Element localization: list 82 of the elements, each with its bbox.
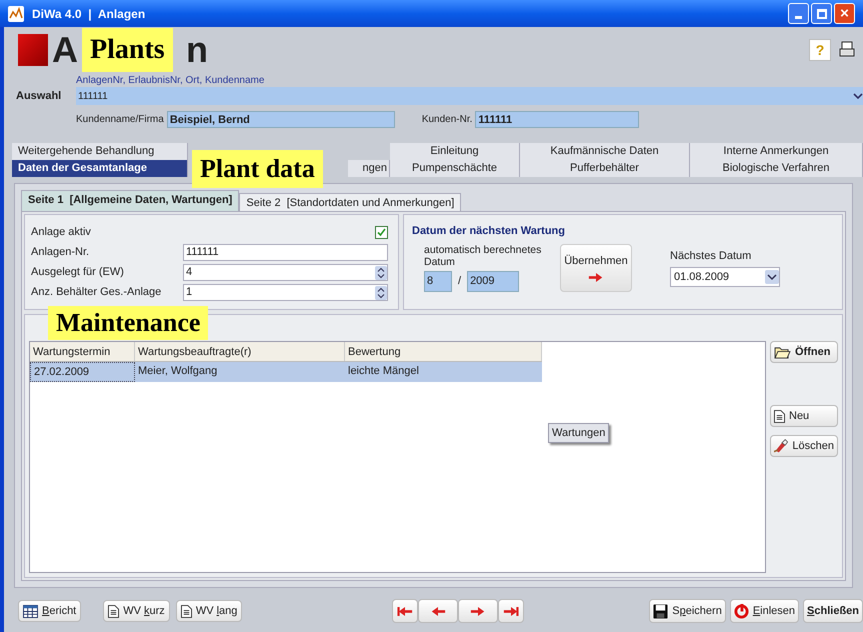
spinner-arrows-icon	[375, 266, 387, 280]
prev-record-button[interactable]	[418, 599, 458, 623]
table-cell-text: Meier, Wolfgang	[137, 364, 218, 379]
minimize-button[interactable]	[788, 3, 809, 24]
printer-icon[interactable]	[839, 41, 855, 59]
table-row[interactable]: 27.02.2009 Meier, Wolfgang leichte Mängel	[30, 362, 542, 382]
table-cell-text: leichte Mängel	[347, 364, 420, 379]
customer-number-label: Kunden-Nr.	[422, 112, 472, 126]
tab[interactable]: Weitergehende Behandlung	[12, 143, 188, 160]
tab[interactable]: Daten der Gesamtanlage	[12, 160, 188, 177]
open-button[interactable]: Öffnen	[770, 341, 838, 363]
column-header[interactable]: Bewertung	[345, 342, 542, 361]
tab[interactable]: Interne Anmerkungen	[690, 143, 863, 160]
column-header[interactable]: Wartungstermin	[30, 342, 135, 361]
field-label: Anlagen-Nr.	[31, 245, 90, 260]
callout-label: Plants	[82, 28, 173, 72]
selection-combobox[interactable]: 111111	[76, 87, 863, 105]
month-field[interactable]: 8	[424, 270, 452, 292]
tab[interactable]: Biologische Verfahren	[690, 160, 863, 177]
arrow-icon	[470, 606, 486, 616]
delete-button[interactable]: Löschen	[770, 435, 838, 457]
folder-icon	[774, 346, 791, 358]
app-logo	[18, 34, 48, 66]
apply-button[interactable]: Übernehmen	[560, 244, 632, 292]
tab[interactable]: Kaufmännische Daten	[520, 143, 690, 160]
customer-name-field[interactable]: Beispiel, Bernd	[166, 110, 395, 128]
date-separator: /	[458, 274, 462, 289]
last-record-button[interactable]	[498, 599, 524, 623]
panel-title: Datum der nächsten Wartung	[412, 224, 566, 239]
new-button[interactable]: Neu	[770, 405, 838, 427]
customer-number-field[interactable]: 111111	[475, 110, 640, 128]
next-date-label: Nächstes Datum	[670, 248, 752, 264]
document-button[interactable]: WV kurz	[103, 600, 170, 622]
field-label: Ausgelegt für (EW)	[31, 265, 125, 280]
table-icon	[23, 604, 38, 618]
document-icon	[108, 604, 120, 618]
save-button[interactable]: Speichern	[649, 599, 726, 623]
column-header[interactable]: Wartungsbeauftragte(r)	[135, 342, 345, 361]
next-record-button[interactable]	[458, 599, 498, 623]
callout-label: Plant data	[192, 150, 323, 188]
search-hint: AnlagenNr, ErlaubnisNr, Ort, Kundenname	[75, 74, 266, 87]
subtab[interactable]: Seite 1 [Allgemeine Daten, Wartungen]	[21, 190, 240, 211]
maximize-button[interactable]	[811, 3, 832, 24]
document-icon	[180, 604, 192, 618]
report-button[interactable]: Bericht	[18, 600, 82, 622]
next-date-picker[interactable]: 01.08.2009	[670, 267, 780, 287]
spinner-arrows-icon	[375, 286, 387, 300]
app-icon	[8, 6, 24, 22]
year-field[interactable]: 2009	[467, 270, 520, 292]
document-button[interactable]: WV lang	[176, 600, 242, 622]
tab[interactable]: Pufferbehälter	[520, 160, 690, 177]
tab[interactable]: Pumpenschächte	[390, 160, 520, 177]
input-field[interactable]: 111111	[183, 244, 388, 261]
eraser-icon	[774, 438, 788, 454]
dropdown-icon	[765, 270, 779, 284]
reload-button[interactable]: Einlesen	[730, 599, 800, 623]
customer-name-label: Kundenname/Firma	[76, 112, 164, 126]
last-arrow-icon	[503, 606, 520, 616]
number-spinner[interactable]: 4	[183, 264, 388, 281]
document-icon	[774, 410, 785, 422]
field-label: Anz. Behälter Ges.-Anlage	[31, 285, 162, 300]
first-arrow-icon	[397, 606, 414, 616]
page-heading: n	[186, 32, 208, 68]
close-button[interactable]: ×	[834, 3, 855, 24]
number-spinner[interactable]: 1	[183, 284, 388, 301]
field-label: Anlage aktiv	[31, 225, 92, 240]
window-title: DiWa 4.0 | Anlagen	[32, 6, 146, 22]
selection-label: Auswahl	[16, 88, 62, 104]
tab[interactable]: Einleitung	[390, 143, 520, 160]
close-window-button[interactable]: Schließen	[803, 599, 863, 623]
subtab[interactable]: Seite 2 [Standortdaten und Anmerkungen]	[239, 193, 462, 211]
callout-label: Maintenance	[48, 306, 208, 340]
auto-date-label: automatisch berechnetes Datum	[424, 244, 542, 268]
maintenance-button[interactable]: Wartungen	[548, 423, 610, 443]
tab[interactable]: ngen	[348, 160, 390, 177]
dropdown-icon	[853, 92, 863, 100]
table-cell: 27.02.2009	[30, 362, 135, 382]
active-checkbox[interactable]	[375, 226, 388, 239]
arrow-icon	[430, 606, 446, 616]
arrow-icon	[588, 272, 604, 282]
page-heading: A	[52, 32, 78, 68]
first-record-button[interactable]	[392, 599, 418, 623]
